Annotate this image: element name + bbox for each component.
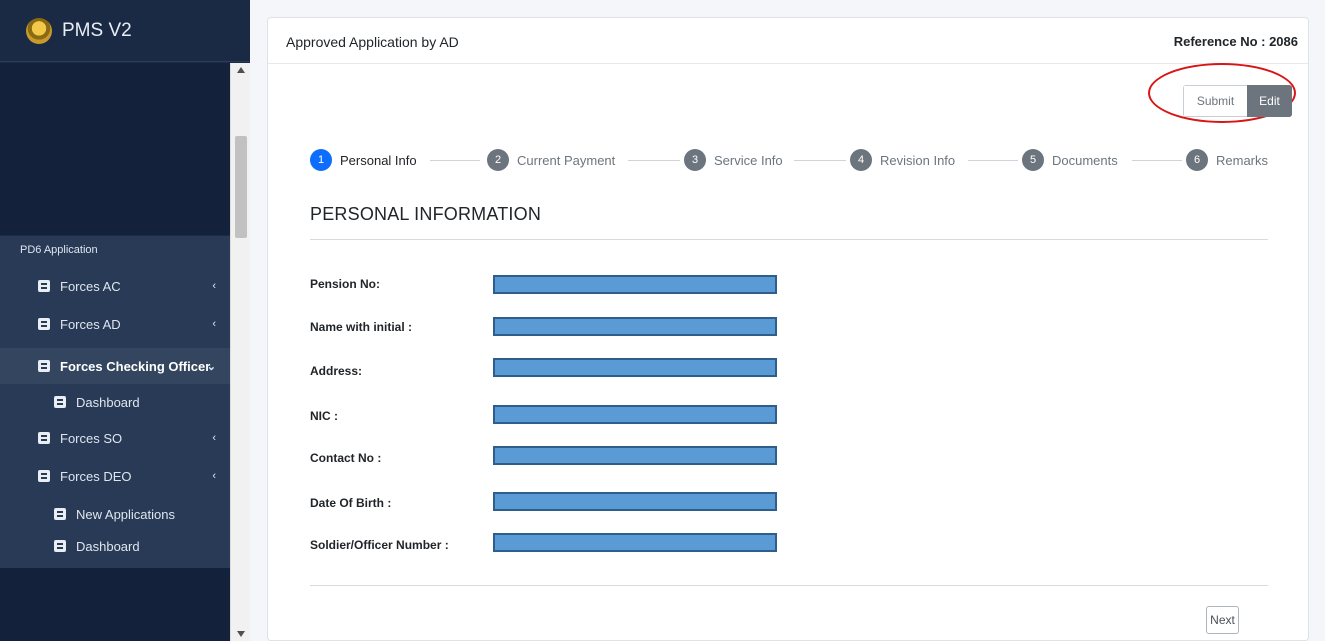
soldier-officer-number-field[interactable]: [493, 533, 777, 552]
chevron-left-icon: ‹: [212, 470, 216, 482]
step-revision-info[interactable]: 4 Revision Info: [850, 149, 955, 171]
page-title: Approved Application by AD: [286, 34, 459, 50]
chevron-left-icon: ‹: [212, 318, 216, 330]
step-connector: [968, 160, 1018, 161]
step-number: 6: [1186, 149, 1208, 171]
sidebar-item-label: Forces AD: [60, 316, 121, 332]
date-of-birth-label: Date Of Birth :: [310, 496, 392, 510]
step-number: 2: [487, 149, 509, 171]
scroll-thumb[interactable]: [235, 136, 247, 238]
step-number: 4: [850, 149, 872, 171]
contact-no-label: Contact No :: [310, 451, 382, 465]
step-remarks[interactable]: 6 Remarks: [1186, 149, 1268, 171]
chevron-left-icon: ‹: [212, 280, 216, 292]
soldier-officer-number-label: Soldier/Officer Number :: [310, 538, 449, 552]
sidebar-user-panel: [0, 63, 230, 235]
step-connector: [794, 160, 846, 161]
date-of-birth-field[interactable]: [493, 492, 777, 511]
address-label: Address:: [310, 364, 363, 378]
sidebar-item-label: Forces AC: [60, 278, 121, 294]
step-service-info[interactable]: 3 Service Info: [684, 149, 783, 171]
divider: [310, 239, 1268, 240]
step-personal-info[interactable]: 1 Personal Info: [310, 149, 417, 171]
step-number: 5: [1022, 149, 1044, 171]
reference-number: Reference No : 2086: [1173, 34, 1298, 49]
edit-button[interactable]: Edit: [1247, 85, 1292, 117]
divider: [310, 585, 1268, 586]
sidebar-menu: PD6 Application Forces AC ‹ Forces AD ‹ …: [0, 236, 230, 568]
sidebar-item-label: Forces DEO: [60, 468, 132, 484]
step-label: Revision Info: [880, 152, 956, 168]
step-connector: [628, 160, 680, 161]
submit-button[interactable]: Submit: [1183, 85, 1247, 117]
section-title: PERSONAL INFORMATION: [310, 204, 542, 224]
name-with-initial-field[interactable]: [493, 317, 777, 336]
sidebar-scrollbar[interactable]: [230, 63, 250, 641]
nic-field[interactable]: [493, 405, 777, 424]
name-with-initial-label: Name with initial :: [310, 320, 413, 334]
step-connector: [1132, 160, 1182, 161]
sidebar-item-dashboard[interactable]: Dashboard: [0, 384, 230, 420]
form-icon: [38, 432, 50, 444]
step-current-payment[interactable]: 2 Current Payment: [487, 149, 615, 171]
sidebar: PMS V2 PD6 Application Forces AC ‹ Force…: [0, 0, 250, 641]
menu-header: PD6 Application: [20, 244, 98, 256]
sidebar-item-label: Dashboard: [76, 394, 140, 410]
chevron-down-icon: ⌄: [206, 360, 216, 373]
sidebar-item-label: New Applications: [76, 506, 175, 522]
form-icon: [38, 360, 50, 372]
form-icon: [54, 508, 66, 520]
form-icon: [54, 540, 66, 552]
sidebar-item-forces-ac[interactable]: Forces AC ‹: [0, 268, 230, 304]
step-number: 3: [684, 149, 706, 171]
scroll-down-icon[interactable]: [237, 631, 245, 637]
sidebar-item-label: Dashboard: [76, 538, 140, 554]
step-label: Documents: [1052, 152, 1118, 168]
application-card: Approved Application by AD Reference No …: [267, 17, 1309, 641]
form-icon: [38, 470, 50, 482]
emblem-logo-icon: [26, 17, 52, 44]
sidebar-item-forces-deo[interactable]: Forces DEO ‹: [0, 458, 230, 494]
sidebar-item-label: Forces SO: [60, 430, 123, 446]
sidebar-item-dashboard[interactable]: Dashboard: [0, 528, 230, 564]
step-connector: [430, 160, 480, 161]
contact-no-field[interactable]: [493, 446, 777, 465]
pension-no-label: Pension No:: [310, 277, 381, 291]
wizard-stepper: 1 Personal Info 2 Current Payment 3 Serv…: [310, 149, 1270, 173]
scroll-up-icon[interactable]: [237, 67, 245, 73]
brand[interactable]: PMS V2: [0, 0, 250, 62]
app-name: PMS V2: [62, 19, 132, 41]
sidebar-footer: [0, 568, 230, 641]
action-button-group: Submit Edit: [1183, 85, 1292, 117]
step-label: Remarks: [1216, 152, 1269, 168]
step-label: Personal Info: [340, 152, 417, 168]
nic-label: NIC :: [310, 409, 338, 423]
next-button[interactable]: Next: [1206, 606, 1239, 634]
address-field[interactable]: [493, 358, 777, 377]
sidebar-item-forces-so[interactable]: Forces SO ‹: [0, 420, 230, 456]
step-number: 1: [310, 149, 332, 171]
step-label: Service Info: [714, 152, 783, 168]
card-header: Approved Application by AD Reference No …: [268, 18, 1308, 64]
sidebar-item-forces-ad[interactable]: Forces AD ‹: [0, 306, 230, 342]
sidebar-item-new-applications[interactable]: New Applications: [0, 496, 230, 532]
chevron-left-icon: ‹: [212, 432, 216, 444]
sidebar-item-forces-checking-officer[interactable]: Forces Checking Officer ⌄: [0, 348, 230, 384]
form-icon: [38, 280, 50, 292]
form-icon: [54, 396, 66, 408]
step-documents[interactable]: 5 Documents: [1022, 149, 1118, 171]
pension-no-field[interactable]: [493, 275, 777, 294]
form-icon: [38, 318, 50, 330]
step-label: Current Payment: [517, 152, 616, 168]
sidebar-item-label: Forces Checking Officer: [60, 358, 211, 374]
